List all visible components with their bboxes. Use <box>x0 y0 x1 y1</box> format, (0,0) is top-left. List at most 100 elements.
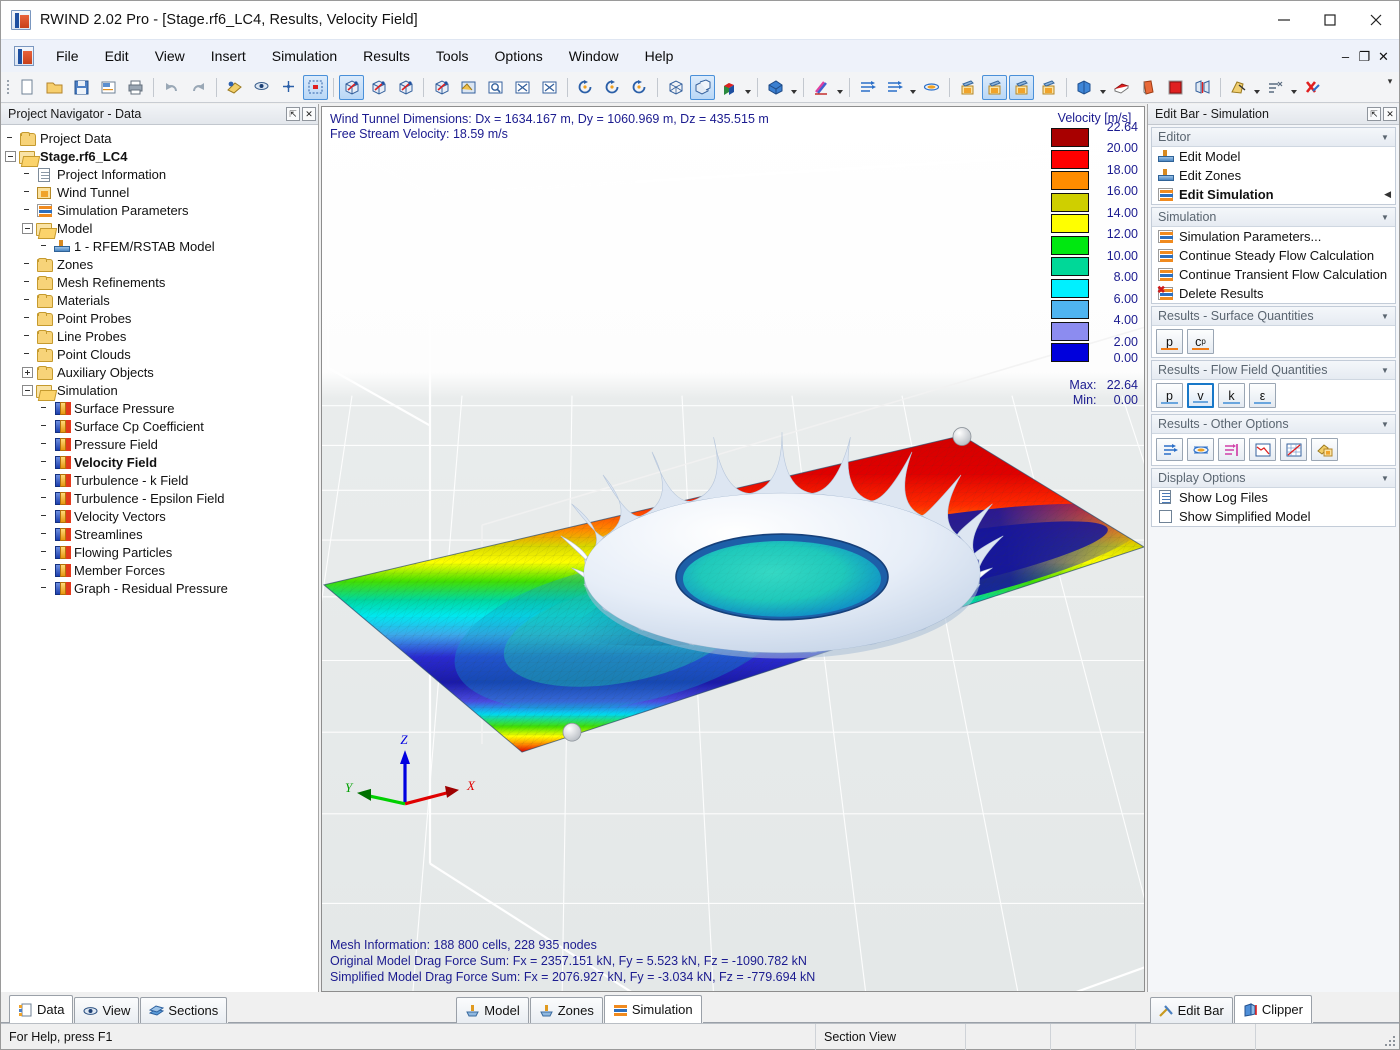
view-yz-icon[interactable] <box>429 75 454 100</box>
rotate-right-icon[interactable] <box>627 75 652 100</box>
tab-model[interactable]: Model <box>456 997 529 1023</box>
close-button[interactable] <box>1353 1 1399 39</box>
editbar-group-header[interactable]: Display Options ▼ <box>1152 469 1395 488</box>
mdi-minimize-button[interactable]: – <box>1336 47 1355 67</box>
flow-arrows-icon[interactable] <box>1156 438 1183 461</box>
resize-grip[interactable] <box>1384 1035 1396 1047</box>
result-model-icon[interactable] <box>982 74 1007 100</box>
view-xy-icon[interactable] <box>366 75 391 100</box>
tree-item-zones[interactable]: Zones <box>1 255 318 273</box>
editbar-item-delete-results[interactable]: ✖ Delete Results <box>1152 284 1395 303</box>
tree-item-mesh-refinements[interactable]: Mesh Refinements <box>1 273 318 291</box>
zoom-previous-icon[interactable] <box>510 75 535 100</box>
diagram-icon[interactable] <box>1280 438 1307 461</box>
editbar-close-button[interactable]: ✕ <box>1383 107 1397 121</box>
isoline-caret-icon[interactable] <box>1252 75 1262 100</box>
model-display-dropdown[interactable] <box>717 75 742 100</box>
chevron-down-icon[interactable]: ▼ <box>1379 366 1391 375</box>
tree-item-line-probes[interactable]: Line Probes <box>1 327 318 345</box>
tab-view[interactable]: View <box>74 997 140 1023</box>
isoline-dropdown[interactable] <box>1226 75 1251 100</box>
editbar-item-edit-simulation[interactable]: Edit Simulation ◀ <box>1152 185 1395 204</box>
solid-model-icon[interactable] <box>690 74 715 100</box>
rotate-view-icon[interactable] <box>573 75 598 100</box>
collapse-icon[interactable] <box>5 150 16 162</box>
mdi-document-icon[interactable] <box>14 46 34 66</box>
tree-item-turbulence-epsilon-field[interactable]: Turbulence - Epsilon Field <box>1 489 318 507</box>
tab-zones[interactable]: Zones <box>529 997 603 1023</box>
zoom-window-icon[interactable] <box>483 75 508 100</box>
tree-item-1-rfem-rstab-model[interactable]: 1 - RFEM/RSTAB Model <box>1 237 318 255</box>
colors-dropdown[interactable] <box>809 75 834 100</box>
tree-item-project-data[interactable]: Project Data <box>1 129 318 147</box>
measure-dropdown[interactable] <box>1263 75 1288 100</box>
rotate-left-icon[interactable] <box>600 75 625 100</box>
menu-view[interactable]: View <box>142 43 198 69</box>
quantity-button-v[interactable]: v <box>1187 383 1214 408</box>
menu-options[interactable]: Options <box>482 43 556 69</box>
tree-item-point-probes[interactable]: Point Probes <box>1 309 318 327</box>
select-region-icon[interactable] <box>303 74 328 100</box>
flow-arrows-icon[interactable] <box>855 75 880 100</box>
tree-item-model[interactable]: Model <box>1 219 318 237</box>
editbar-item-continue-transient-flow-calculation[interactable]: Continue Transient Flow Calculation <box>1152 265 1395 284</box>
editbar-item-edit-zones[interactable]: Edit Zones <box>1152 166 1395 185</box>
visibility-icon[interactable] <box>249 75 274 100</box>
tree-item-stage-rf6-lc4[interactable]: Stage.rf6_LC4 <box>1 147 318 165</box>
velocity-legend[interactable]: Velocity [m/s] 22.64 20.00 18.00 16.00 14.00… <box>1051 111 1138 408</box>
view-xz-icon[interactable] <box>393 75 418 100</box>
tab-clipper[interactable]: Clipper <box>1233 995 1312 1023</box>
3d-viewport[interactable]: Z X Y Wind Tunnel Dimensions: Dx = 1634.… <box>321 106 1145 992</box>
menu-insert[interactable]: Insert <box>198 43 259 69</box>
render-shaded-icon[interactable] <box>222 75 247 100</box>
section-xz-icon[interactable] <box>1136 75 1161 100</box>
display-option-show-simplified-model[interactable]: Show Simplified Model <box>1152 507 1395 526</box>
project-info-icon[interactable] <box>96 75 121 100</box>
result-values-icon[interactable] <box>1036 75 1061 100</box>
editbar-group-header[interactable]: Simulation ▼ <box>1152 208 1395 227</box>
delete-results-icon[interactable] <box>1300 75 1325 100</box>
quantity-button-k[interactable]: k <box>1218 383 1245 408</box>
menu-file[interactable]: File <box>43 43 92 69</box>
navigator-close-button[interactable]: ✕ <box>302 107 316 121</box>
menu-window[interactable]: Window <box>556 43 632 69</box>
quantity-button-[interactable]: ε <box>1249 383 1276 408</box>
tree-item-auxiliary-objects[interactable]: Auxiliary Objects <box>1 363 318 381</box>
zoom-all-icon[interactable] <box>537 75 562 100</box>
navigator-tree[interactable]: Project Data Stage.rf6_LC4 Project Informa… <box>1 125 318 992</box>
menu-tools[interactable]: Tools <box>423 43 482 69</box>
residual-graph-icon[interactable] <box>1249 438 1276 461</box>
save-icon[interactable] <box>69 75 94 100</box>
section-xy-icon[interactable] <box>1109 75 1134 100</box>
toolbar-overflow-button[interactable]: ▾ <box>1384 76 1396 87</box>
chevron-down-icon[interactable]: ▼ <box>1379 133 1391 142</box>
section-mirror-icon[interactable] <box>1190 75 1215 100</box>
collapse-icon[interactable] <box>22 222 33 234</box>
view-iso-icon[interactable] <box>339 74 364 100</box>
menu-simulation[interactable]: Simulation <box>259 43 350 69</box>
render-mode-caret-icon[interactable] <box>789 75 799 100</box>
tree-item-surface-pressure[interactable]: Surface Pressure <box>1 399 318 417</box>
editbar-group-header[interactable]: Editor ▼ <box>1152 128 1395 147</box>
mdi-close-button[interactable]: ✕ <box>1374 47 1393 67</box>
wireframe-icon[interactable] <box>663 75 688 100</box>
editbar-item-edit-model[interactable]: Edit Model <box>1152 147 1395 166</box>
chevron-down-icon[interactable]: ▼ <box>1379 420 1391 429</box>
snap-grid-icon[interactable] <box>276 75 301 100</box>
tree-item-simulation-parameters[interactable]: Simulation Parameters <box>1 201 318 219</box>
editbar-item-continue-steady-flow-calculation[interactable]: Continue Steady Flow Calculation <box>1152 246 1395 265</box>
tree-item-wind-tunnel[interactable]: Wind Tunnel <box>1 183 318 201</box>
streamline-icon[interactable] <box>919 75 944 100</box>
editbar-pin-button[interactable]: ⇱ <box>1367 107 1381 121</box>
editbar-item-simulation-parameters[interactable]: Simulation Parameters... <box>1152 227 1395 246</box>
section-yz-icon[interactable] <box>1163 75 1188 100</box>
tree-item-member-forces[interactable]: Member Forces <box>1 561 318 579</box>
minimize-button[interactable] <box>1261 1 1307 39</box>
tree-item-pressure-field[interactable]: Pressure Field <box>1 435 318 453</box>
render-mode-dropdown[interactable] <box>763 75 788 100</box>
open-file-icon[interactable] <box>42 75 67 100</box>
tree-item-velocity-vectors[interactable]: Velocity Vectors <box>1 507 318 525</box>
editbar-group-header[interactable]: Results - Surface Quantities ▼ <box>1152 307 1395 326</box>
display-option-show-log-files[interactable]: Show Log Files <box>1152 488 1395 507</box>
collapse-icon[interactable] <box>22 384 33 396</box>
